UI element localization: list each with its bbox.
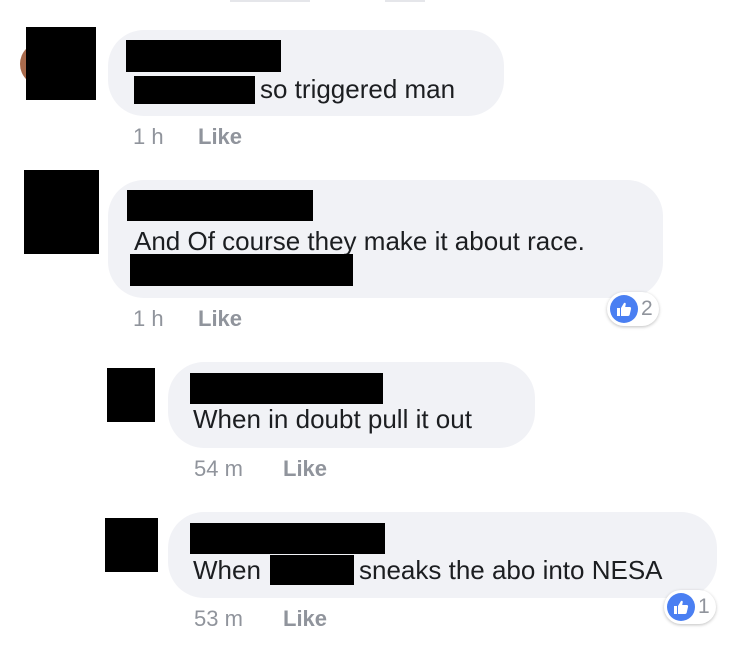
redacted-author-name[interactable] <box>127 190 313 221</box>
comment-text: When in doubt pull it out <box>193 404 472 434</box>
reaction-count: 2 <box>641 297 653 320</box>
reaction-badge[interactable]: 2 <box>607 292 659 326</box>
comment-timestamp[interactable]: 1 h <box>133 306 164 332</box>
avatar[interactable] <box>105 518 158 572</box>
avatar[interactable] <box>107 368 155 422</box>
comment-text: When <box>193 555 261 585</box>
comment-text: sneaks the abo into NESA <box>359 555 663 585</box>
comment-timestamp[interactable]: 53 m <box>194 606 243 632</box>
like-button[interactable]: Like <box>283 606 327 632</box>
thumbs-up-icon <box>610 295 638 323</box>
avatar[interactable] <box>26 27 96 100</box>
comment-text: so triggered man <box>260 74 456 104</box>
thumbs-up-icon <box>667 593 695 621</box>
reaction-count: 1 <box>698 595 710 618</box>
like-button[interactable]: Like <box>198 306 242 332</box>
like-button[interactable]: Like <box>283 456 327 482</box>
redacted-text <box>270 555 354 585</box>
redacted-text <box>134 76 255 104</box>
avatar[interactable] <box>24 170 99 254</box>
redacted-author-name[interactable] <box>190 523 385 554</box>
like-button[interactable]: Like <box>198 124 242 150</box>
previous-content-edge <box>385 0 425 2</box>
comment-timestamp[interactable]: 54 m <box>194 456 243 482</box>
comment-timestamp[interactable]: 1 h <box>133 124 164 150</box>
previous-content-edge <box>230 0 310 2</box>
reaction-badge[interactable]: 1 <box>664 590 716 624</box>
redacted-author-name[interactable] <box>126 40 281 72</box>
redacted-text <box>130 254 353 286</box>
redacted-author-name[interactable] <box>190 373 383 404</box>
comment-text: And Of course they make it about race. <box>134 226 585 256</box>
